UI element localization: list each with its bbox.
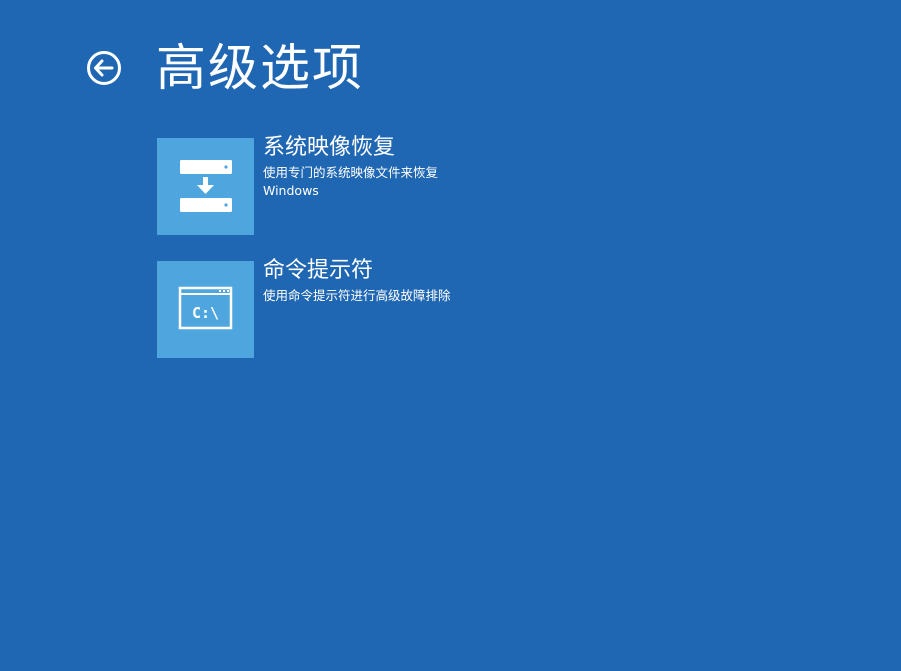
option-description: 使用命令提示符进行高级故障排除	[263, 288, 451, 303]
command-prompt-icon: C:\	[178, 286, 233, 330]
option-tile[interactable]	[157, 138, 254, 235]
option-tile[interactable]: C:\	[157, 261, 254, 358]
option-title: 命令提示符	[263, 258, 374, 283]
option-system-image-restore[interactable]: 系统映像恢复 使用专门的系统映像文件来恢复 Windows	[157, 135, 487, 235]
option-title: 系统映像恢复	[263, 135, 396, 160]
page-title: 高级选项	[156, 39, 364, 97]
back-arrow-circle-icon	[87, 51, 121, 85]
command-prompt-icon-text: C:\	[192, 304, 219, 322]
option-command-prompt[interactable]: C:\ 命令提示符 使用命令提示符进行高级故障排除	[157, 258, 487, 358]
option-description: 使用专门的系统映像文件来恢复 Windows	[263, 165, 439, 198]
system-image-restore-icon	[180, 160, 232, 212]
back-button[interactable]	[86, 50, 122, 86]
